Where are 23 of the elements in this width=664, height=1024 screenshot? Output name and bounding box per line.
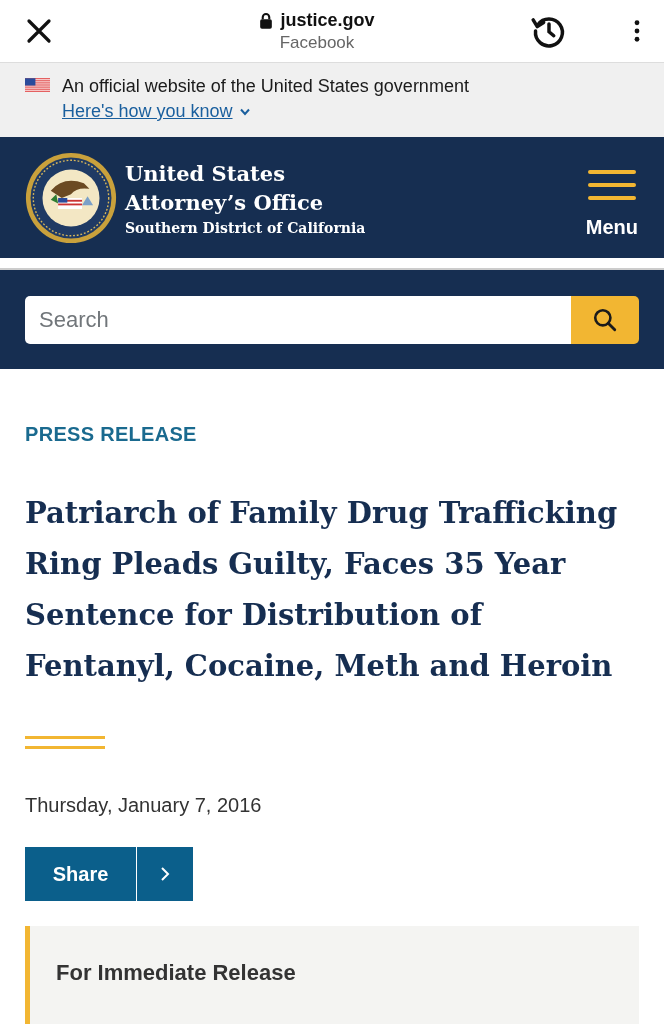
more-options-icon[interactable] (634, 20, 640, 42)
office-title: United States Attorney’s Office (125, 160, 325, 217)
banner-text: An official website of the United States government (62, 76, 469, 97)
share-button[interactable]: Share (25, 847, 137, 901)
article-type-label: PRESS RELEASE (25, 423, 198, 446)
search-button[interactable] (571, 295, 639, 344)
double-rule-icon (25, 736, 105, 750)
chevron-icon (238, 107, 251, 116)
district-subtitle: Southern District of California (125, 220, 366, 236)
url-domain: justice.gov (280, 9, 375, 31)
search-icon (592, 306, 618, 333)
notice-heading: For Immediate Release (56, 960, 297, 986)
article-title: Patriarch of Family Drug Trafficking Ring Pleads Guilty, Faces 35 Year Sentence for Distribution of Fentanyl, Cocaine, Meth and Heroin (25, 495, 619, 685)
menu-icon (587, 170, 636, 200)
search-field[interactable]: Search (25, 295, 571, 344)
flag-icon (25, 78, 50, 92)
chevron-right-icon (160, 866, 170, 882)
how-you-know-link[interactable]: Here's how you know (62, 101, 251, 122)
referrer-label: Facebook (279, 32, 355, 53)
lock-icon (259, 11, 274, 29)
seal-icon (25, 151, 117, 244)
menu-button[interactable]: Menu (585, 170, 638, 239)
article-date: Thursday, January 7, 2016 (25, 794, 263, 817)
